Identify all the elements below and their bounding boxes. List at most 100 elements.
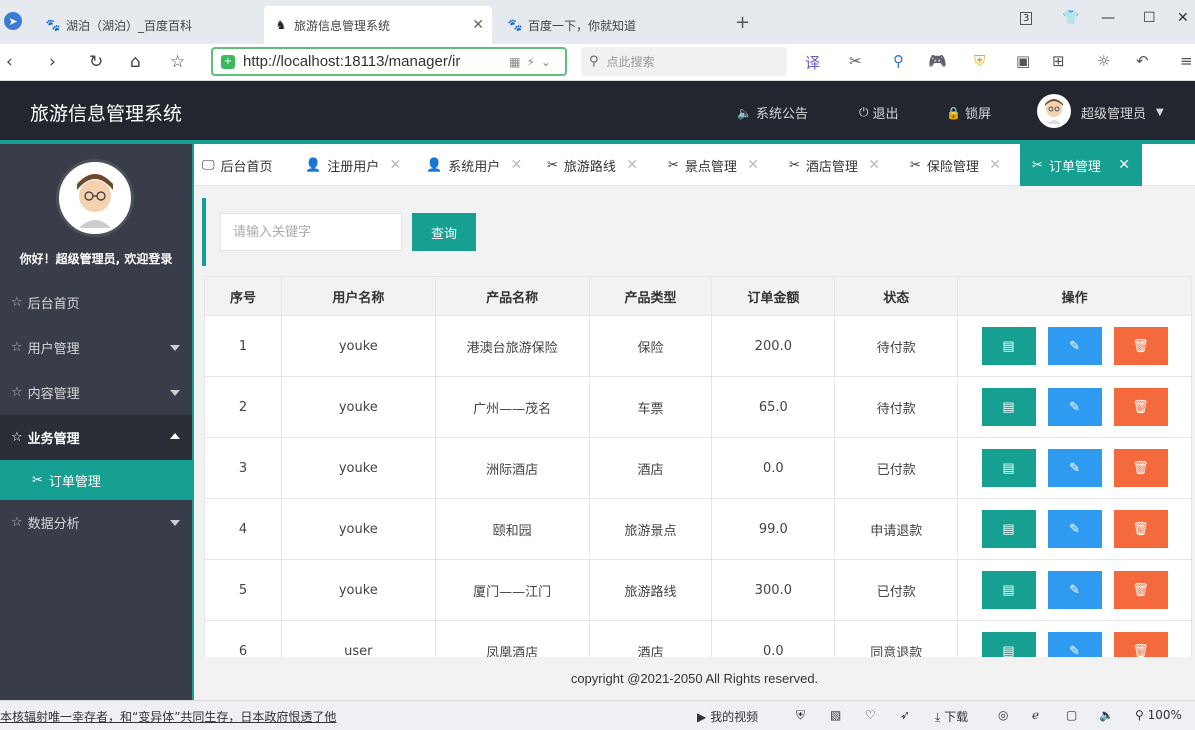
my-video-link[interactable]: ▶ 我的视频 (697, 708, 758, 725)
edit-button[interactable]: ✎ (1047, 571, 1102, 609)
maximize-icon[interactable]: ☐ (1143, 10, 1156, 26)
translate-icon[interactable]: 译 (805, 52, 820, 73)
shield-icon[interactable]: ⛨ (796, 708, 805, 723)
sidebar-item-business[interactable]: ☆ 业务管理 (0, 415, 192, 460)
window-icon[interactable]: ▢ (1066, 708, 1077, 722)
delete-button[interactable]: 🗑 (1113, 571, 1168, 609)
zoom-level[interactable]: ⚲ 100% (1135, 708, 1182, 722)
edit-button[interactable]: ✎ (1047, 327, 1102, 365)
coin-shield-icon[interactable]: ⛨ (974, 52, 985, 70)
home-icon[interactable]: ⌂ (130, 52, 141, 72)
refresh-icon[interactable]: ↻ (89, 52, 103, 72)
system-notice-link[interactable]: 🔈 系统公告 (737, 103, 808, 123)
delete-button[interactable]: 🗑 (1113, 632, 1168, 657)
tab-home[interactable]: 🖵 后台首页 (202, 144, 273, 186)
magnifier-icon[interactable]: ⚲ (893, 52, 904, 70)
sidebar-item-users[interactable]: ☆ 用户管理 (0, 325, 192, 370)
sidebar-item-home[interactable]: ☆ 后台首页 (0, 280, 192, 325)
undo-icon[interactable]: ↶ (1136, 52, 1149, 70)
cell-user: youke (280, 376, 436, 438)
cell-actions: ▤ ✎ 🗑 (957, 620, 1192, 657)
sidebar-item-content[interactable]: ☆ 内容管理 (0, 370, 192, 415)
close-icon[interactable]: ✕ (510, 157, 522, 173)
edit-button[interactable]: ✎ (1047, 449, 1102, 487)
user-avatar[interactable] (1037, 94, 1071, 128)
view-button[interactable]: ▤ (981, 327, 1036, 365)
gamepad-icon[interactable]: 🎮 (928, 52, 947, 70)
browser-search-input[interactable]: ⚲ 点此搜索 (581, 47, 787, 76)
tab-routes[interactable]: ✂ 旅游路线 ✕ (547, 144, 638, 186)
back-icon[interactable]: ‹ (6, 52, 13, 72)
close-icon[interactable]: ✕ (389, 157, 401, 173)
welcome-text: 你好！超级管理员, 欢迎登录 (19, 252, 173, 266)
image-icon[interactable]: ▧ (830, 708, 841, 722)
edit-button[interactable]: ✎ (1047, 510, 1102, 548)
menu-icon[interactable]: ≡ (1180, 52, 1193, 70)
close-icon[interactable]: ✕ (747, 157, 759, 173)
heart-icon[interactable]: ♡ (865, 708, 876, 722)
close-icon[interactable]: ✕ (868, 157, 880, 173)
glasses-icon[interactable]: ◎ (998, 708, 1008, 722)
ie-icon[interactable]: ℯ (1032, 708, 1039, 722)
close-tab-icon[interactable]: ✕ (472, 17, 484, 33)
tab-count-badge[interactable]: 3 (1020, 12, 1033, 25)
cell-amount: 0.0 (711, 620, 836, 657)
cell-no: 2 (204, 376, 282, 438)
user-menu[interactable]: 超级管理员 ▼ (1081, 103, 1164, 122)
edit-button[interactable]: ✎ (1047, 388, 1102, 426)
delete-button[interactable]: 🗑 (1113, 327, 1168, 365)
browser-tab-system[interactable]: ♞ 旅游信息管理系统 ✕ (264, 6, 492, 44)
tab-hotels[interactable]: ✂ 酒店管理 ✕ (789, 144, 880, 186)
close-icon[interactable]: ✕ (626, 157, 638, 173)
bookmark-star-icon[interactable]: ☆ (170, 52, 185, 72)
tab-registered-users[interactable]: 👤 注册用户 ✕ (305, 144, 401, 186)
download-link[interactable]: ⤓ 下载 (935, 708, 968, 725)
tab-insurance[interactable]: ✂ 保险管理 ✕ (910, 144, 1001, 186)
browser-tab-baike[interactable]: 🐾 湖泊（湖泊）_百度百科 (36, 6, 262, 44)
browser-logo-icon[interactable]: ➤ (4, 12, 22, 30)
notebook-icon[interactable]: ▣ (1016, 52, 1030, 70)
sidebar-subitem-orders[interactable]: ✂ 订单管理 (0, 460, 192, 500)
close-window-icon[interactable]: ✕ (1177, 10, 1189, 26)
forward-icon[interactable]: › (49, 52, 56, 72)
cell-no: 3 (204, 437, 282, 499)
view-button[interactable]: ▤ (981, 510, 1036, 548)
new-tab-button[interactable]: + (735, 12, 750, 33)
logout-link[interactable]: ⏻ 退出 (859, 103, 899, 122)
close-icon[interactable]: ✕ (1118, 157, 1130, 173)
tab-orders[interactable]: ✂ 订单管理 ✕ (1020, 144, 1142, 186)
edit-button[interactable]: ✎ (1047, 632, 1102, 657)
video-icon: ▶ (697, 710, 707, 724)
keyword-input[interactable] (220, 213, 402, 251)
star-icon: ☆ (11, 515, 23, 530)
close-icon[interactable]: ✕ (989, 157, 1001, 173)
news-link[interactable]: 本核辐射唯一幸存者，和“变异体”共同生存，日本政府恨透了他 (0, 708, 336, 725)
minimize-icon[interactable]: — (1101, 10, 1115, 26)
sidebar-item-analytics[interactable]: ☆ 数据分析 (0, 500, 192, 545)
url-field[interactable]: + http://localhost:18113/manager/ir ▦⚡⌄ (211, 47, 567, 76)
delete-button[interactable]: 🗑 (1113, 510, 1168, 548)
view-button[interactable]: ▤ (981, 449, 1036, 487)
apps-grid-icon[interactable]: ⊞ (1052, 52, 1065, 70)
brightness-icon[interactable]: ☼ (1097, 52, 1110, 70)
shirt-skin-icon[interactable]: 👕 (1062, 10, 1079, 26)
view-button[interactable]: ▤ (981, 632, 1036, 657)
scissors-icon[interactable]: ✂ (849, 52, 862, 70)
table-row: 5 youke 厦门——江门 旅游路线 300.0 已付款 ▤ ✎ 🗑 (204, 559, 1192, 621)
view-button[interactable]: ▤ (981, 571, 1036, 609)
query-button[interactable]: 查询 (412, 213, 476, 251)
url-action-icons[interactable]: ▦⚡⌄ (509, 55, 557, 69)
tab-system-users[interactable]: 👤 系统用户 ✕ (426, 144, 522, 186)
table-row: 2 youke 广州——茂名 车票 65.0 待付款 ▤ ✎ 🗑 (204, 376, 1192, 438)
delete-button[interactable]: 🗑 (1113, 388, 1168, 426)
browser-tab-baidu[interactable]: 🐾 百度一下，你就知道 (498, 6, 724, 44)
cell-type: 旅游路线 (588, 559, 713, 621)
view-button[interactable]: ▤ (981, 388, 1036, 426)
rocket-icon[interactable]: ➶ (900, 708, 910, 722)
cell-actions: ▤ ✎ 🗑 (957, 559, 1192, 621)
star-icon: ☆ (11, 340, 23, 355)
volume-icon[interactable]: 🔈 (1099, 708, 1114, 722)
tab-attractions[interactable]: ✂ 景点管理 ✕ (668, 144, 759, 186)
lock-screen-link[interactable]: 🔒 锁屏 (946, 103, 991, 123)
delete-button[interactable]: 🗑 (1113, 449, 1168, 487)
